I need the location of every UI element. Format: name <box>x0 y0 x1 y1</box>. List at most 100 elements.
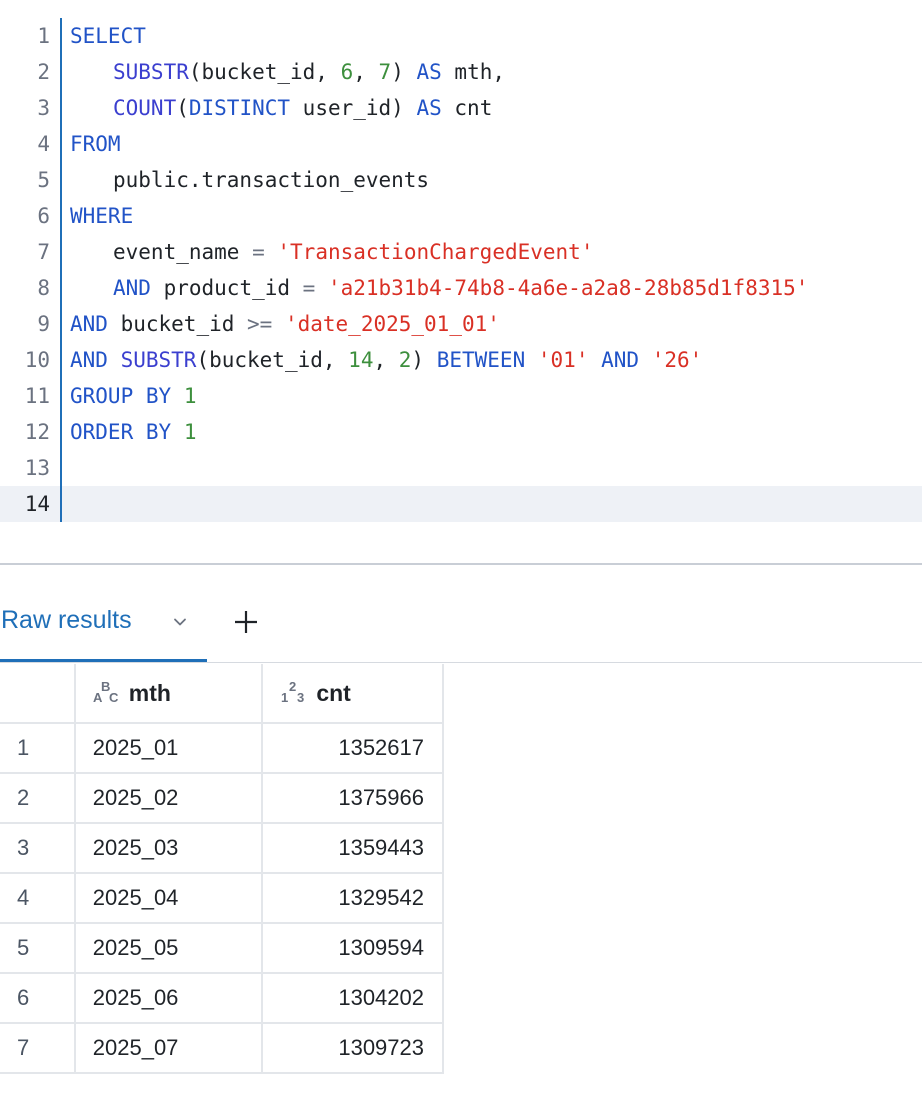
code-line-text: ORDER BY 1 <box>70 414 196 450</box>
line-number: 1 <box>37 24 50 48</box>
line-number: 10 <box>24 348 50 372</box>
line-number: 2 <box>37 60 50 84</box>
svg-text:3: 3 <box>297 690 304 705</box>
table-row[interactable]: 4 2025_04 1329542 <box>0 873 444 924</box>
mth-cell[interactable]: 2025_05 <box>74 923 264 974</box>
code-token: public.transaction_events <box>113 168 430 192</box>
code-token: AND <box>601 348 640 372</box>
code-token: cnt <box>441 96 493 120</box>
code-token: ) <box>391 60 417 84</box>
code-token: SUBSTR <box>113 60 189 84</box>
table-row[interactable]: 5 2025_05 1309594 <box>0 923 444 974</box>
column-header-cnt[interactable]: 1 2 3 cnt <box>262 664 444 724</box>
code-line[interactable]: AND bucket_id >= 'date_2025_01_01' <box>62 306 922 342</box>
code-token: 1 <box>183 384 197 408</box>
cnt-cell[interactable]: 1309723 <box>262 1023 444 1074</box>
code-line[interactable]: public.transaction_events <box>62 162 922 198</box>
code-line[interactable]: event_name = 'TransactionChargedEvent' <box>62 234 922 270</box>
line-number: 12 <box>24 420 50 444</box>
code-line[interactable]: ORDER BY 1 <box>62 414 922 450</box>
code-token: product_id <box>150 276 303 300</box>
active-code-line[interactable] <box>62 486 922 522</box>
cnt-cell[interactable]: 1304202 <box>262 973 444 1024</box>
table-row[interactable]: 1 2025_01 1352617 <box>0 723 444 774</box>
line-number: 7 <box>37 240 50 264</box>
code-line-text: SUBSTR(bucket_id, 6, 7) AS mth, <box>113 54 505 90</box>
column-header-label: cnt <box>316 679 351 706</box>
table-row[interactable]: 7 2025_07 1309723 <box>0 1023 444 1074</box>
line-number: 13 <box>24 456 50 480</box>
code-line[interactable]: FROM <box>62 126 922 162</box>
code-line[interactable]: WHERE <box>62 198 922 234</box>
code-line[interactable]: SELECT <box>62 18 922 54</box>
code-token: AND <box>113 276 151 300</box>
sql-editor[interactable]: 1 2 3 4 5 6 7 8 9 10 11 12 13 14 SELECT SUBSTR(bucket_… <box>0 18 922 522</box>
code-token: SUBSTR <box>120 348 197 372</box>
code-token: AND <box>70 348 108 372</box>
line-number: 9 <box>37 312 50 336</box>
cnt-cell[interactable]: 1352617 <box>262 723 444 774</box>
row-index-cell[interactable]: 1 <box>0 723 76 774</box>
code-area[interactable]: SELECT SUBSTR(bucket_id, 6, 7) AS mth, COU… <box>62 18 922 522</box>
code-token: bucket_id <box>107 312 248 336</box>
code-token: ( <box>176 96 189 120</box>
code-line[interactable]: SUBSTR(bucket_id, 6, 7) AS mth, <box>62 54 922 90</box>
code-line[interactable]: COUNT(DISTINCT user_id) AS cnt <box>62 90 922 126</box>
row-index-cell[interactable]: 6 <box>0 973 76 1024</box>
code-line-text: SELECT <box>70 18 146 54</box>
row-index-cell[interactable]: 3 <box>0 823 76 874</box>
code-line-text: GROUP BY 1 <box>70 378 196 414</box>
code-token: BETWEEN <box>436 348 526 372</box>
row-index-cell[interactable]: 7 <box>0 1023 76 1074</box>
cnt-cell[interactable]: 1359443 <box>262 823 444 874</box>
code-line[interactable]: AND product_id = 'a21b31b4-74b8-4a6e-a2a… <box>62 270 922 306</box>
line-number: 6 <box>37 204 50 228</box>
results-table: A B C mth 1 2 3 cnt 1 2025_01 1352617 2 … <box>0 664 444 1074</box>
code-line[interactable]: GROUP BY 1 <box>62 378 922 414</box>
column-header-label: mth <box>128 679 171 706</box>
mth-cell[interactable]: 2025_03 <box>74 823 264 874</box>
mth-cell[interactable]: 2025_06 <box>74 973 264 1024</box>
code-token: mth, <box>441 60 505 84</box>
number-type-icon: 1 2 3 <box>281 680 304 705</box>
code-token: 'TransactionChargedEvent' <box>277 240 594 264</box>
code-token: = <box>252 240 265 264</box>
code-line[interactable]: AND SUBSTR(bucket_id, 14, 2) BETWEEN '01… <box>62 342 922 378</box>
row-index-cell[interactable]: 2 <box>0 773 76 824</box>
plus-icon[interactable] <box>232 608 260 636</box>
code-token: ORDER BY <box>70 420 172 444</box>
code-line-text: AND product_id = 'a21b31b4-74b8-4a6e-a2a… <box>113 270 808 306</box>
line-number: 11 <box>24 384 50 408</box>
mth-cell[interactable]: 2025_01 <box>74 723 264 774</box>
code-token: AS <box>416 60 442 84</box>
code-token: '01' <box>537 348 589 372</box>
code-token: 6 <box>340 60 354 84</box>
code-line[interactable] <box>62 450 922 486</box>
mth-cell[interactable]: 2025_04 <box>74 873 264 924</box>
results-tab-bar: Raw results <box>0 596 922 664</box>
chevron-down-icon[interactable] <box>172 614 188 630</box>
tab-bar-border <box>0 662 922 663</box>
row-index-cell[interactable]: 5 <box>0 923 76 974</box>
table-row[interactable]: 3 2025_03 1359443 <box>0 823 444 874</box>
code-token: (bucket_id, <box>188 60 341 84</box>
code-token: , <box>373 348 399 372</box>
pane-resize-divider[interactable] <box>0 563 922 565</box>
cnt-cell[interactable]: 1375966 <box>262 773 444 824</box>
row-index-cell[interactable]: 4 <box>0 873 76 924</box>
code-token: ) <box>411 348 437 372</box>
table-row[interactable]: 6 2025_06 1304202 <box>0 973 444 1024</box>
column-header-mth[interactable]: A B C mth <box>74 664 264 724</box>
tab-raw-results[interactable]: Raw results <box>0 596 207 663</box>
mth-cell[interactable]: 2025_07 <box>74 1023 264 1074</box>
table-row[interactable]: 2 2025_02 1375966 <box>0 773 444 824</box>
line-number: 14 <box>0 486 60 522</box>
cnt-cell[interactable]: 1309594 <box>262 923 444 974</box>
code-line-text: event_name = 'TransactionChargedEvent' <box>113 234 593 270</box>
code-line-text: WHERE <box>70 198 133 234</box>
cnt-cell[interactable]: 1329542 <box>262 873 444 924</box>
mth-cell[interactable]: 2025_02 <box>74 773 264 824</box>
